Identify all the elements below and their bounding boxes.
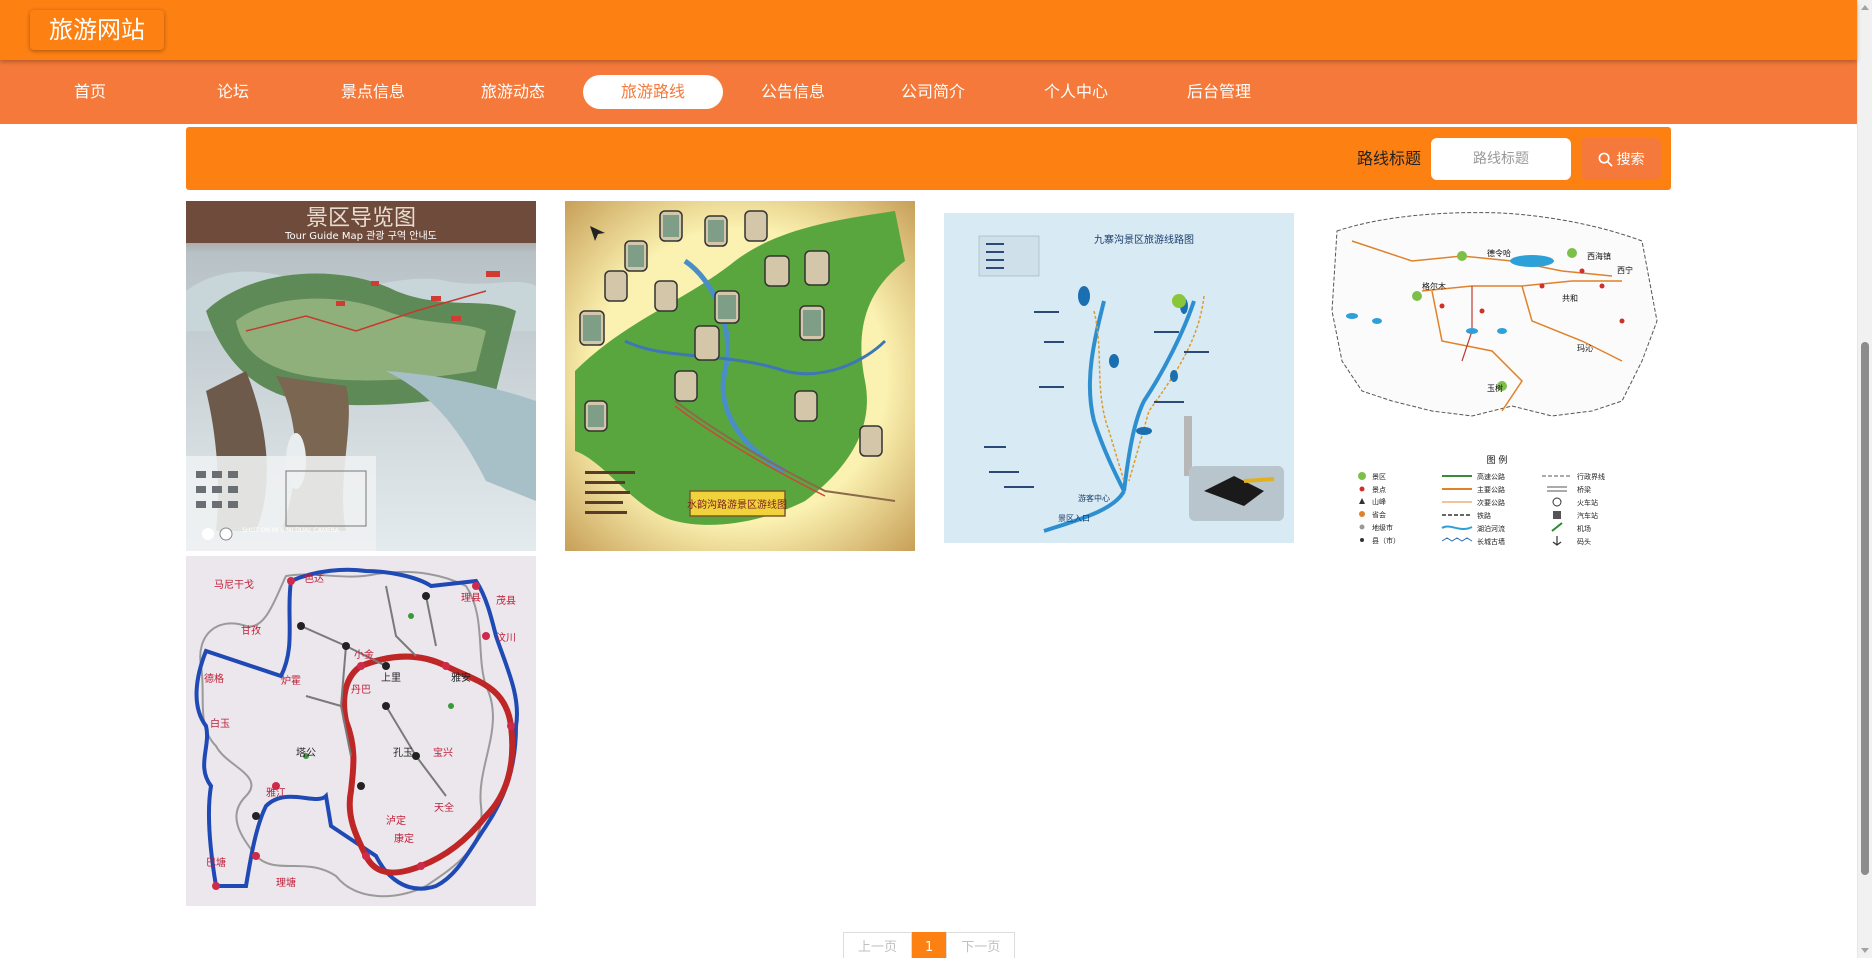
main-nav: 首页 论坛 景点信息 旅游动态 旅游路线 公告信息 公司简介 个人中心 后台管理 xyxy=(0,60,1857,124)
route-image-sichuan-loop-map: 马尼干戈 甘孜 炉霍 白玉 德格 色达 理县 茂县 汶川 小金 宝兴 天全 泸定… xyxy=(186,556,536,906)
legend-item: 火车站 xyxy=(1577,498,1598,507)
map-label: 玉树 xyxy=(1487,383,1503,393)
map-label: 游客中心 xyxy=(1078,493,1110,503)
route-card[interactable]: 九寨沟景区旅游线路图 游客中心 景区入口 xyxy=(944,201,1294,551)
route-card[interactable]: 景区导览图 Tour Guide Map 관광 구역 안내도 SHOT ON M… xyxy=(186,201,536,551)
legend-item: 长城古墙 xyxy=(1477,537,1505,546)
nav-item-travel-news[interactable]: 旅游动态 xyxy=(443,75,583,109)
legend-item: 景点 xyxy=(1372,486,1386,494)
legend-item: 主要公路 xyxy=(1477,485,1505,494)
route-image-qinghai-map: 德令哈 西海镇 西宁 格尔木 共和 玛沁 玉树 图 例 景区 景点 山峰 省会 … xyxy=(1322,201,1672,551)
next-page-button[interactable]: 下一页 xyxy=(946,932,1016,958)
scroll-down-arrow-icon[interactable] xyxy=(1861,948,1869,953)
route-image-jiuzhaigou-map: 九寨沟景区旅游线路图 游客中心 景区入口 xyxy=(944,201,1294,551)
map-label: 白玉 xyxy=(210,717,230,730)
map-label: 孔玉 xyxy=(393,747,413,759)
search-button-label: 搜索 xyxy=(1616,152,1645,168)
map-label: 西宁 xyxy=(1617,265,1633,275)
legend-item: 行政界线 xyxy=(1577,472,1605,481)
nav-item-announcements[interactable]: 公告信息 xyxy=(723,75,863,109)
route-card[interactable]: 德令哈 西海镇 西宁 格尔木 共和 玛沁 玉树 图 例 景区 景点 山峰 省会 … xyxy=(1322,201,1672,551)
scroll-up-arrow-icon[interactable] xyxy=(1861,5,1869,10)
legend-item: 山峰 xyxy=(1372,497,1386,506)
photo-watermark: SHOT ON MI 6 MI DUAL CAMERA xyxy=(242,527,340,534)
map-label: 西海镇 xyxy=(1587,251,1611,261)
vertical-scrollbar[interactable] xyxy=(1857,0,1872,958)
top-header: 旅游网站 xyxy=(0,0,1857,60)
legend-item: 省会 xyxy=(1372,510,1386,519)
page: 旅游网站 首页 论坛 景点信息 旅游动态 旅游路线 公告信息 公司简介 个人中心… xyxy=(0,0,1872,958)
map-label: 巴塘 xyxy=(206,856,226,869)
map-title: 水韵沟路游景区游线图 xyxy=(687,498,787,511)
map-label: 雅安 xyxy=(451,671,471,684)
nav-item-company-intro[interactable]: 公司简介 xyxy=(863,75,1003,109)
legend-item: 桥梁 xyxy=(1577,485,1591,494)
map-label: 理县 xyxy=(461,592,481,604)
map-label: 玛沁 xyxy=(1577,343,1593,353)
map-label: 天全 xyxy=(434,801,454,814)
map-label: 德令哈 xyxy=(1487,248,1511,258)
search-bar: 路线标题 搜索 xyxy=(186,127,1671,190)
nav-item-scenic-spots[interactable]: 景点信息 xyxy=(303,75,443,109)
map-label: 格尔木 xyxy=(1422,281,1446,291)
legend-item: 次要公路 xyxy=(1477,498,1505,507)
nav-item-forum[interactable]: 论坛 xyxy=(163,75,303,109)
legend-item: 汽车站 xyxy=(1577,511,1598,520)
map-label: 甘孜 xyxy=(241,624,261,637)
map-label: 德格 xyxy=(204,672,224,685)
search-button[interactable]: 搜索 xyxy=(1581,138,1661,180)
nav-item-personal-center[interactable]: 个人中心 xyxy=(1006,75,1146,109)
route-image-illustrated-map: 水韵沟路游景区游线图 xyxy=(565,201,915,551)
map-label: 塔公 xyxy=(296,746,316,759)
pagination: 上一页 1 下一页 xyxy=(843,932,1016,958)
page-number-button[interactable]: 1 xyxy=(912,932,947,958)
map-label: 汶川 xyxy=(496,631,516,644)
nav-item-home[interactable]: 首页 xyxy=(20,75,160,109)
map-label: 宝兴 xyxy=(433,746,453,759)
legend-item: 湖泊河流 xyxy=(1477,524,1505,533)
scrollbar-thumb[interactable] xyxy=(1861,342,1869,875)
search-label: 路线标题 xyxy=(1356,149,1421,168)
map-label: 丹巴 xyxy=(351,684,371,696)
legend-item: 景区 xyxy=(1372,473,1386,481)
route-card[interactable]: 水韵沟路游景区游线图 xyxy=(565,201,915,551)
prev-page-button[interactable]: 上一页 xyxy=(843,932,913,958)
legend-item: 铁路 xyxy=(1477,511,1491,520)
map-label: 康定 xyxy=(394,832,414,845)
route-card[interactable]: 马尼干戈 甘孜 炉霍 白玉 德格 色达 理县 茂县 汶川 小金 宝兴 天全 泸定… xyxy=(186,556,536,906)
map-label: 色达 xyxy=(304,572,324,585)
map-label: 景区入口 xyxy=(1058,514,1090,523)
legend-item: 码头 xyxy=(1577,537,1591,546)
map-label: 茂县 xyxy=(496,594,516,607)
map-label: 共和 xyxy=(1562,294,1578,303)
legend-item: 地级市 xyxy=(1372,523,1393,532)
map-label: 小金 xyxy=(354,648,374,661)
nav-item-travel-routes[interactable]: 旅游路线 xyxy=(583,75,723,109)
map-label: 泸定 xyxy=(386,814,406,827)
legend-item: 县（市） xyxy=(1372,536,1400,545)
map-label: 炉霍 xyxy=(281,675,301,687)
legend-title: 图 例 xyxy=(1487,454,1508,466)
map-title: 九寨沟景区旅游线路图 xyxy=(1094,233,1194,246)
legend-item: 机场 xyxy=(1577,524,1591,533)
legend-item: 高速公路 xyxy=(1477,472,1505,481)
route-image-guide-map: 景区导览图 Tour Guide Map 관광 구역 안내도 SHOT ON M… xyxy=(186,201,536,551)
search-icon xyxy=(1598,152,1613,167)
map-label: 马尼干戈 xyxy=(214,578,254,591)
nav-item-admin[interactable]: 后台管理 xyxy=(1149,75,1289,109)
site-title[interactable]: 旅游网站 xyxy=(30,10,164,50)
map-label: 理塘 xyxy=(276,876,296,889)
map-title: 景区导览图 xyxy=(306,206,416,231)
map-label: 雅江 xyxy=(266,786,286,799)
route-title-search-input[interactable] xyxy=(1431,138,1571,180)
map-label: 上里 xyxy=(381,672,401,684)
map-subtitle: Tour Guide Map 관광 구역 안내도 xyxy=(284,230,437,242)
